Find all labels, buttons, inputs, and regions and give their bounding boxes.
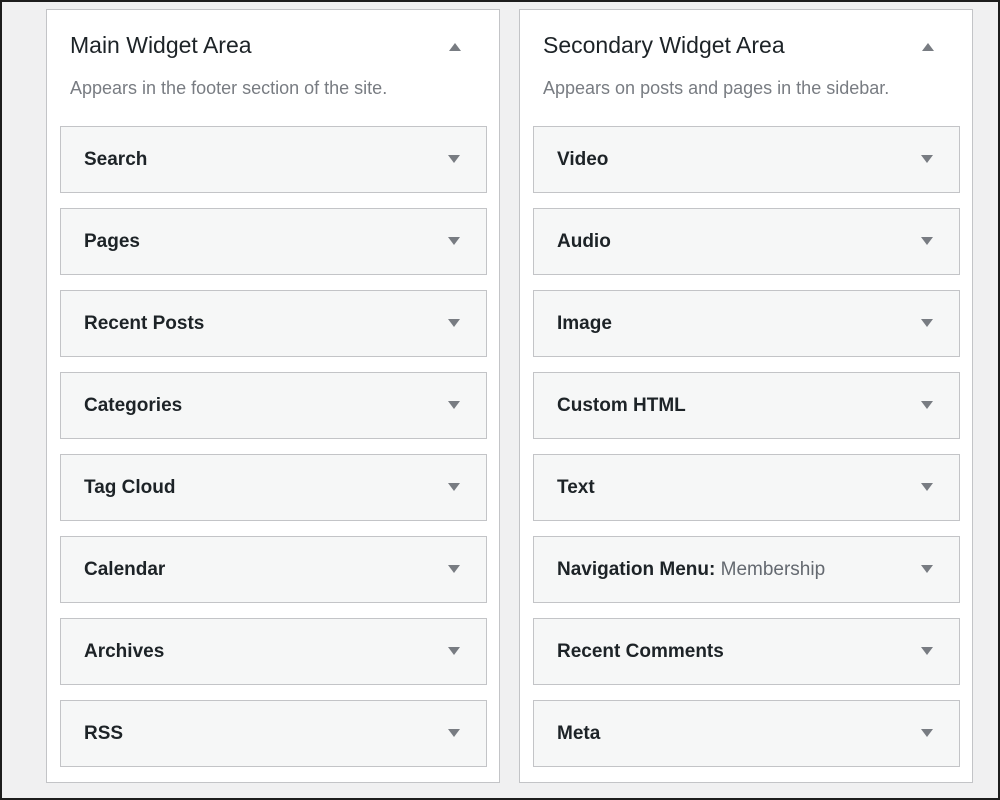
secondary-widget-area-description: Appears on posts and pages in the sideba… <box>543 78 890 98</box>
widget-title: Recent Comments <box>557 641 724 663</box>
expand-arrow-down-icon[interactable] <box>448 647 460 655</box>
expand-arrow-down-icon[interactable] <box>921 401 933 409</box>
expand-arrow-down-icon[interactable] <box>448 483 460 491</box>
widget-item[interactable]: Custom HTML <box>533 372 960 439</box>
widget-title-text: Meta <box>557 723 601 744</box>
widget-item[interactable]: Tag Cloud <box>60 454 487 521</box>
widget-item[interactable]: Archives <box>60 618 487 685</box>
widget-title-text: Audio <box>557 231 611 252</box>
widget-item[interactable]: RSS <box>60 700 487 767</box>
widget-title-text: Calendar <box>84 559 166 580</box>
widget-title: Text <box>557 477 595 499</box>
widget-title: Search <box>84 149 147 171</box>
widget-title-text: Categories <box>84 395 183 416</box>
secondary-widget-area-header[interactable]: Secondary Widget Area <box>520 10 972 84</box>
widget-title: Archives <box>84 641 164 663</box>
expand-arrow-down-icon[interactable] <box>448 237 460 245</box>
widget-title: Custom HTML <box>557 395 686 417</box>
main-widget-area: Main Widget Area Appears in the footer s… <box>46 9 500 783</box>
widget-title: Audio <box>557 231 611 253</box>
collapse-arrow-up-icon[interactable] <box>922 43 934 51</box>
main-widget-list: Search Pages Recent Posts Categories Tag Clo… <box>60 126 487 782</box>
expand-arrow-down-icon[interactable] <box>448 401 460 409</box>
widget-item[interactable]: Text <box>533 454 960 521</box>
expand-arrow-down-icon[interactable] <box>448 729 460 737</box>
widget-title: Calendar <box>84 559 165 581</box>
widget-item[interactable]: Search <box>60 126 487 193</box>
secondary-widget-list: Video Audio Image Custom HTML Text Navigation… <box>533 126 960 782</box>
widget-title-text: Image <box>557 313 612 334</box>
expand-arrow-down-icon[interactable] <box>921 155 933 163</box>
secondary-widget-area: Secondary Widget Area Appears on posts a… <box>519 9 973 783</box>
widget-title-text: Archives <box>84 641 165 662</box>
widget-title-subtitle: Membership <box>715 559 826 580</box>
collapse-arrow-up-icon[interactable] <box>449 43 461 51</box>
secondary-widget-area-title: Secondary Widget Area <box>543 32 785 58</box>
widget-title-text: Text <box>557 477 595 498</box>
widget-item[interactable]: Audio <box>533 208 960 275</box>
widget-title-text: Recent Comments <box>557 641 724 662</box>
widget-title-text: Recent Posts <box>84 313 205 334</box>
widget-title: Tag Cloud <box>84 477 175 499</box>
widget-title: Recent Posts <box>84 313 204 335</box>
widget-title-text: Search <box>84 149 148 170</box>
expand-arrow-down-icon[interactable] <box>921 319 933 327</box>
widget-item[interactable]: Navigation Menu: Membership <box>533 536 960 603</box>
expand-arrow-down-icon[interactable] <box>448 319 460 327</box>
widget-title-text: Tag Cloud <box>84 477 176 498</box>
widget-title: Categories <box>84 395 182 417</box>
widget-title: Navigation Menu: Membership <box>557 559 825 581</box>
widget-item[interactable]: Calendar <box>60 536 487 603</box>
widget-title-text: RSS <box>84 723 124 744</box>
expand-arrow-down-icon[interactable] <box>921 237 933 245</box>
widget-title: Video <box>557 149 608 171</box>
widget-item[interactable]: Pages <box>60 208 487 275</box>
expand-arrow-down-icon[interactable] <box>921 565 933 573</box>
widget-item[interactable]: Recent Comments <box>533 618 960 685</box>
widget-title-text: Video <box>557 149 609 170</box>
widget-item[interactable]: Categories <box>60 372 487 439</box>
widget-title: Meta <box>557 723 600 745</box>
expand-arrow-down-icon[interactable] <box>921 647 933 655</box>
main-widget-area-description: Appears in the footer section of the sit… <box>70 78 388 98</box>
widget-title: Image <box>557 313 612 335</box>
expand-arrow-down-icon[interactable] <box>921 483 933 491</box>
widget-title-text: Custom HTML <box>557 395 686 416</box>
widget-title: RSS <box>84 723 123 745</box>
widget-item[interactable]: Video <box>533 126 960 193</box>
widget-item[interactable]: Image <box>533 290 960 357</box>
widget-item[interactable]: Recent Posts <box>60 290 487 357</box>
expand-arrow-down-icon[interactable] <box>921 729 933 737</box>
expand-arrow-down-icon[interactable] <box>448 155 460 163</box>
expand-arrow-down-icon[interactable] <box>448 565 460 573</box>
widget-title-text: Navigation Menu: <box>557 559 716 580</box>
widget-item[interactable]: Meta <box>533 700 960 767</box>
main-widget-area-header[interactable]: Main Widget Area <box>47 10 499 84</box>
widget-title-text: Pages <box>84 231 140 252</box>
widget-title: Pages <box>84 231 140 253</box>
main-widget-area-title: Main Widget Area <box>70 32 252 58</box>
